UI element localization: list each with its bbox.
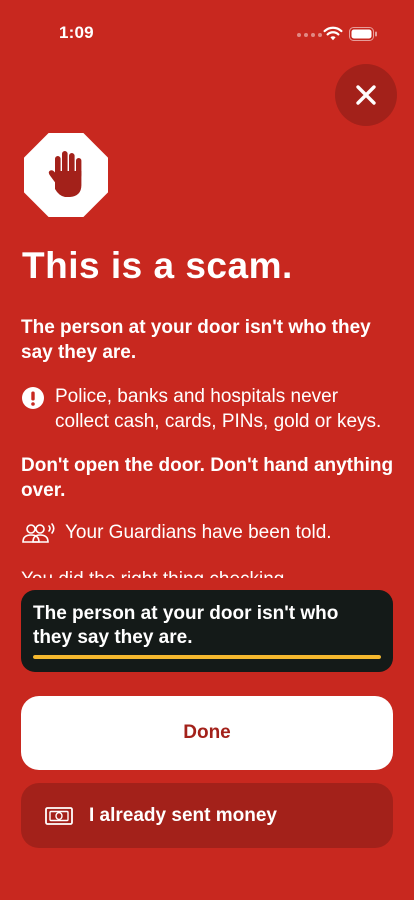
caption-text: The person at your door isn't who they s… [33, 603, 339, 648]
sent-money-label: I already sent money [89, 804, 277, 826]
cash-icon [45, 806, 73, 825]
guardians-row: Your Guardians have been told. [21, 520, 332, 545]
status-bar: 1:09 [0, 0, 414, 60]
close-icon [356, 85, 376, 105]
alert-lead: The person at your door isn't who they s… [21, 317, 371, 363]
guardians-icon [22, 522, 55, 543]
signal-dots-icon [297, 33, 322, 37]
status-time: 1:09 [59, 23, 94, 42]
scroll-overflow-text: You did the right thing checking. [21, 566, 401, 578]
stop-hand-icon [24, 133, 108, 217]
guardians-text: Your Guardians have been told. [65, 522, 332, 543]
battery-icon [349, 27, 377, 41]
close-button[interactable] [335, 64, 397, 126]
wifi-icon [323, 26, 343, 41]
exclamation-circle-icon [22, 387, 44, 409]
clipped-line: You did the right thing checking. [21, 567, 401, 578]
sent-money-button[interactable]: I already sent money [21, 783, 393, 848]
caption-progress-fill [33, 655, 381, 659]
caption-progress-bar [33, 655, 381, 659]
alert-title: This is a scam. [22, 245, 293, 286]
scam-alert-screen: 1:09 This is a scam. The person at your … [0, 0, 414, 900]
caption-card: The person at your door isn't who they s… [21, 590, 393, 672]
done-button[interactable]: Done [21, 696, 393, 770]
info-row: Police, banks and hospitals never collec… [21, 384, 401, 434]
action-text: Don't open the door. Don't hand anything… [21, 455, 394, 501]
info-text: Police, banks and hospitals never collec… [55, 386, 382, 432]
